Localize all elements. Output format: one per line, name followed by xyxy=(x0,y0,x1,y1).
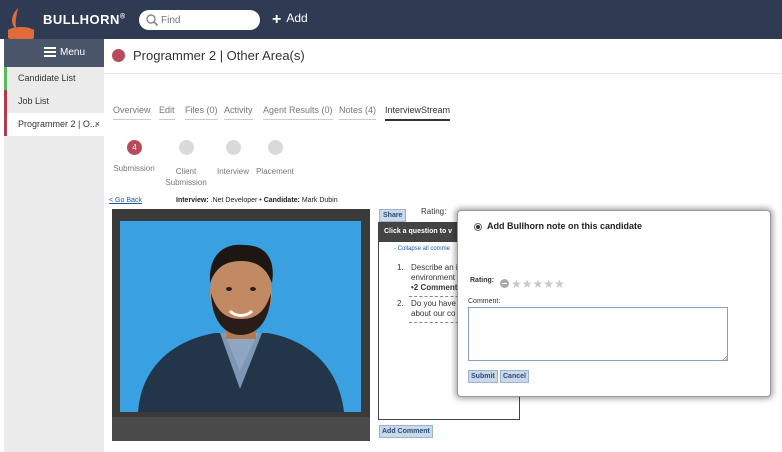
submit-button[interactable]: Submit xyxy=(468,370,498,383)
submission-step-circle[interactable]: 4 xyxy=(127,140,142,155)
tab-activity[interactable]: Activity xyxy=(224,105,253,120)
submission-step-label: Submission xyxy=(113,164,155,173)
tab-files[interactable]: Files (0) xyxy=(185,105,218,120)
candidate-portrait xyxy=(138,244,344,412)
menu-button[interactable]: Menu xyxy=(4,39,104,67)
header-divider xyxy=(104,73,782,74)
tab-overview[interactable]: Overview xyxy=(113,105,151,120)
placement-step-circle[interactable] xyxy=(268,140,283,155)
placement-step-label: Placement xyxy=(256,167,294,176)
sidebar-item-candidate-list[interactable]: Candidate List xyxy=(4,67,104,90)
tab-edit[interactable]: Edit xyxy=(159,105,175,120)
sidebar-item-programmer-2[interactable]: Programmer 2 | O... × xyxy=(4,113,104,136)
tab-interviewstream[interactable]: InterviewStream xyxy=(385,105,451,121)
star-icon[interactable]: ★ xyxy=(533,278,544,290)
interview-info: Interview: .Net Developer • Candidate: M… xyxy=(176,197,338,204)
interview-rating-label: Rating: xyxy=(421,207,447,216)
add-comment-button[interactable]: Add Comment xyxy=(379,425,433,438)
add-button[interactable]: + Add xyxy=(272,11,308,29)
sidebar-item-job-list[interactable]: Job List xyxy=(4,90,104,113)
add-note-title: Add Bullhorn note on this candidate xyxy=(487,221,642,231)
search-box[interactable] xyxy=(139,10,260,30)
star-icon[interactable]: ★ xyxy=(554,278,565,290)
comment-label: Comment: xyxy=(468,298,501,305)
rating-stars[interactable]: ★★★★★ xyxy=(500,275,565,293)
resize-grip-icon[interactable] xyxy=(721,355,727,361)
top-bar: BULLHORN® +Add xyxy=(0,0,782,48)
star-icon[interactable]: ★ xyxy=(511,278,522,290)
tab-notes[interactable]: Notes (4) xyxy=(339,105,377,120)
add-note-radio[interactable] xyxy=(474,223,482,231)
comments-link[interactable]: •2 Comment xyxy=(411,283,457,292)
cancel-button[interactable]: Cancel xyxy=(500,370,529,383)
go-back-link[interactable]: < Go Back xyxy=(109,197,142,204)
rating-label: Rating: xyxy=(470,277,495,284)
add-note-dialog: Add Bullhorn note on this candidate Rati… xyxy=(457,210,771,397)
plus-icon: + xyxy=(272,11,282,28)
record-dot-icon xyxy=(112,49,125,62)
client-submission-step-circle[interactable] xyxy=(179,140,194,155)
comment-textarea[interactable] xyxy=(468,307,728,361)
close-icon[interactable]: × xyxy=(95,119,100,129)
share-button[interactable]: Share xyxy=(379,209,407,222)
interview-step-circle[interactable] xyxy=(226,140,241,155)
search-icon xyxy=(146,14,159,27)
star-icon[interactable]: ★ xyxy=(543,278,554,290)
video-player[interactable] xyxy=(112,209,370,441)
search-input[interactable] xyxy=(161,12,253,28)
clear-rating-icon[interactable] xyxy=(500,279,509,289)
page-title: Programmer 2 | Other Area(s) xyxy=(133,48,305,63)
candidate-video[interactable] xyxy=(120,221,361,412)
hamburger-icon xyxy=(44,47,56,57)
star-icon[interactable]: ★ xyxy=(522,278,533,290)
video-control-bar[interactable] xyxy=(112,417,370,441)
tab-agent-results[interactable]: Agent Results (0) xyxy=(263,105,333,120)
brand-name[interactable]: BULLHORN® xyxy=(43,12,126,27)
sidebar: Menu Candidate List Job List Programmer … xyxy=(4,39,104,452)
